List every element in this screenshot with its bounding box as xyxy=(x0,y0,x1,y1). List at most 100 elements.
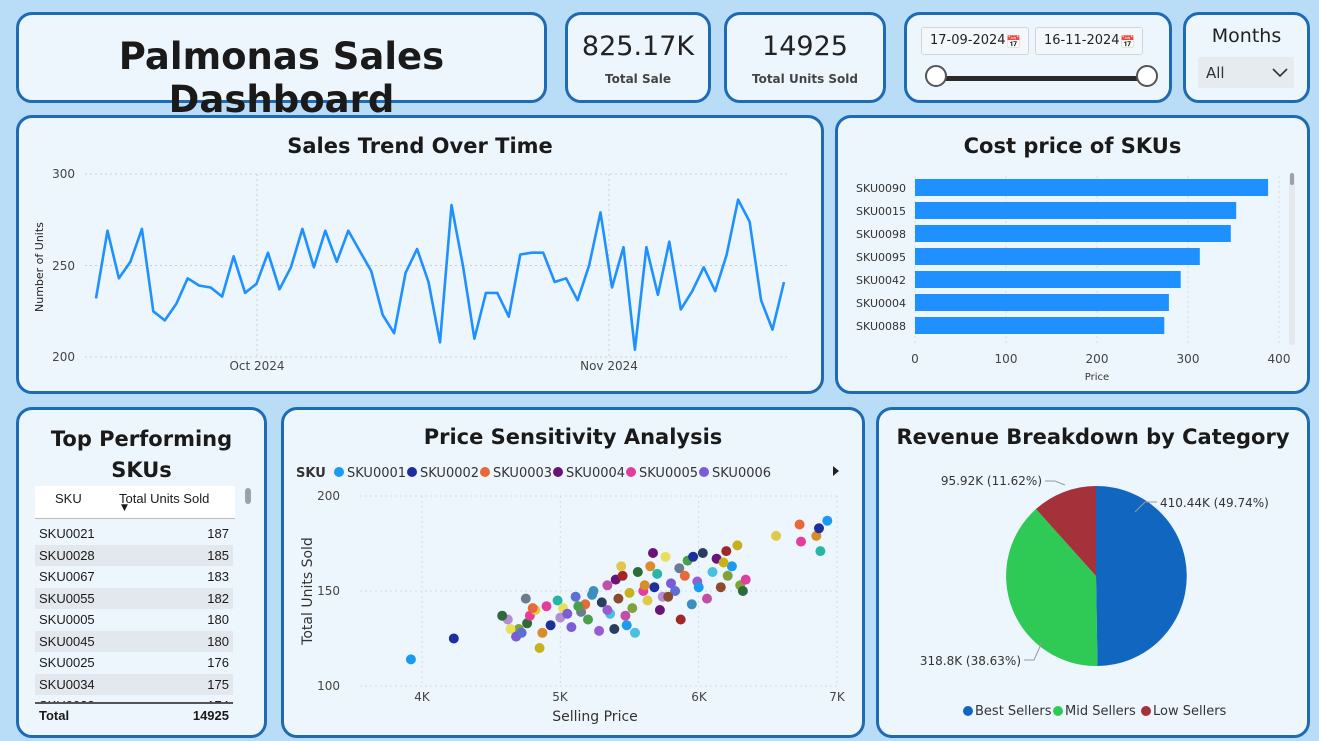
table-row[interactable]: SKU0005 180 xyxy=(35,609,233,631)
scatter-point[interactable] xyxy=(815,546,826,557)
legend-item[interactable]: SKU0004 xyxy=(566,466,625,481)
months-dropdown[interactable]: All xyxy=(1198,57,1294,88)
table-row[interactable]: SKU0067 183 xyxy=(35,566,233,588)
scatter-point[interactable] xyxy=(794,519,805,530)
table-row[interactable]: SKU0028 185 xyxy=(35,544,233,566)
scatter-point[interactable] xyxy=(405,654,416,665)
scatter-point[interactable] xyxy=(721,546,732,557)
cost-bar[interactable] xyxy=(915,317,1165,334)
scatter-point[interactable] xyxy=(796,536,806,547)
scatter-point[interactable] xyxy=(613,593,624,604)
table-row[interactable]: SKU0025 176 xyxy=(35,652,233,674)
scatter-point[interactable] xyxy=(822,515,833,526)
cost-bar[interactable] xyxy=(915,179,1269,196)
scatter-point[interactable] xyxy=(624,587,635,598)
scatter-point[interactable] xyxy=(621,620,632,631)
scatter-point[interactable] xyxy=(718,557,729,568)
scatter-point[interactable] xyxy=(602,580,613,591)
scatter-point[interactable] xyxy=(630,627,640,638)
scatter-point[interactable] xyxy=(649,582,660,593)
scatter-point[interactable] xyxy=(534,643,545,653)
scatter-point[interactable] xyxy=(688,551,699,562)
scatter-point[interactable] xyxy=(707,567,718,577)
table-row[interactable]: SKU0021 187 xyxy=(35,523,233,545)
date-slider-end-handle[interactable] xyxy=(1136,65,1158,87)
date-slider-track[interactable] xyxy=(937,76,1149,81)
scatter-point[interactable] xyxy=(645,561,656,572)
scatter-point[interactable] xyxy=(545,620,556,631)
scatter-point[interactable] xyxy=(693,582,704,593)
scatter-point[interactable] xyxy=(537,627,548,638)
scatter-point[interactable] xyxy=(617,570,628,581)
date-slider-start-handle[interactable] xyxy=(925,65,947,87)
calendar-icon[interactable]: 📅 xyxy=(1120,29,1135,55)
scatter-point[interactable] xyxy=(516,627,527,638)
scatter-point[interactable] xyxy=(722,570,733,581)
column-header-sku[interactable]: SKU xyxy=(55,491,82,506)
legend-item[interactable]: SKU0005 xyxy=(639,466,698,481)
table-row[interactable]: SKU0055 182 xyxy=(35,587,233,609)
scrollbar-thumb[interactable] xyxy=(1290,173,1294,185)
scatter-point[interactable] xyxy=(616,561,627,572)
table-row[interactable]: SKU0038174 xyxy=(35,695,233,702)
scatter-point[interactable] xyxy=(771,530,782,541)
scatter-point[interactable] xyxy=(570,591,581,602)
column-header-units[interactable]: Total Units Sold xyxy=(119,491,209,506)
cost-bar[interactable] xyxy=(915,202,1237,219)
scatter-point[interactable] xyxy=(562,608,573,619)
scatter-point[interactable] xyxy=(639,580,650,591)
scatter-point[interactable] xyxy=(632,567,643,577)
scatter-point[interactable] xyxy=(541,601,552,612)
end-date-field[interactable]: 16-11-2024 📅 xyxy=(1035,27,1143,55)
legend-next-icon[interactable] xyxy=(833,466,839,476)
legend-item[interactable]: Best Sellers xyxy=(975,704,1052,719)
cost-bar[interactable] xyxy=(915,248,1200,265)
legend-item[interactable]: SKU0006 xyxy=(712,466,771,481)
scatter-point[interactable] xyxy=(737,586,748,596)
scatter-point[interactable] xyxy=(686,599,697,610)
pie-slice[interactable] xyxy=(1096,485,1187,666)
scatter-point[interactable] xyxy=(602,605,613,615)
scatter-point[interactable] xyxy=(573,601,584,612)
scatter-point[interactable] xyxy=(652,568,663,579)
legend-item[interactable]: SKU0001 xyxy=(347,466,406,481)
scatter-point[interactable] xyxy=(620,610,631,621)
table-header: SKU Total Units Sold ▼ xyxy=(35,486,235,519)
scatter-point[interactable] xyxy=(648,548,658,558)
legend-item[interactable]: Mid Sellers xyxy=(1065,704,1136,719)
scatter-point[interactable] xyxy=(627,603,638,614)
scatter-point[interactable] xyxy=(583,614,593,625)
scatter-point[interactable] xyxy=(679,570,690,581)
cost-bar[interactable] xyxy=(915,271,1181,288)
scatter-point[interactable] xyxy=(654,605,665,615)
scatter-point[interactable] xyxy=(566,622,577,633)
scatter-point[interactable] xyxy=(660,551,671,562)
legend-item[interactable]: SKU0003 xyxy=(493,466,552,481)
scatter-point[interactable] xyxy=(675,614,686,625)
scatter-point[interactable] xyxy=(587,589,598,600)
legend-item[interactable]: Low Sellers xyxy=(1153,704,1227,719)
scatter-point[interactable] xyxy=(527,603,538,614)
scatter-point[interactable] xyxy=(697,548,708,558)
scatter-point[interactable] xyxy=(814,523,824,534)
scrollbar-track[interactable] xyxy=(1289,173,1295,345)
scatter-point[interactable] xyxy=(702,593,712,604)
table-scrollbar[interactable] xyxy=(245,488,251,504)
table-row[interactable]: SKU0034 175 xyxy=(35,673,233,695)
scatter-point[interactable] xyxy=(448,633,459,644)
table-row[interactable]: SKU0045 180 xyxy=(35,630,233,652)
legend-item[interactable]: SKU0002 xyxy=(420,466,479,481)
calendar-icon[interactable]: 📅 xyxy=(1006,29,1021,55)
scatter-point[interactable] xyxy=(609,624,620,634)
scatter-point[interactable] xyxy=(715,582,726,593)
scatter-point[interactable] xyxy=(520,593,531,604)
start-date-field[interactable]: 17-09-2024 📅 xyxy=(921,27,1029,55)
cost-bar[interactable] xyxy=(915,225,1231,242)
scatter-point[interactable] xyxy=(497,610,508,621)
scatter-point[interactable] xyxy=(642,595,653,606)
scatter-point[interactable] xyxy=(663,591,674,602)
cost-bar[interactable] xyxy=(915,294,1169,311)
scatter-point[interactable] xyxy=(740,574,751,585)
scatter-point[interactable] xyxy=(594,625,605,636)
scatter-point[interactable] xyxy=(732,540,743,551)
